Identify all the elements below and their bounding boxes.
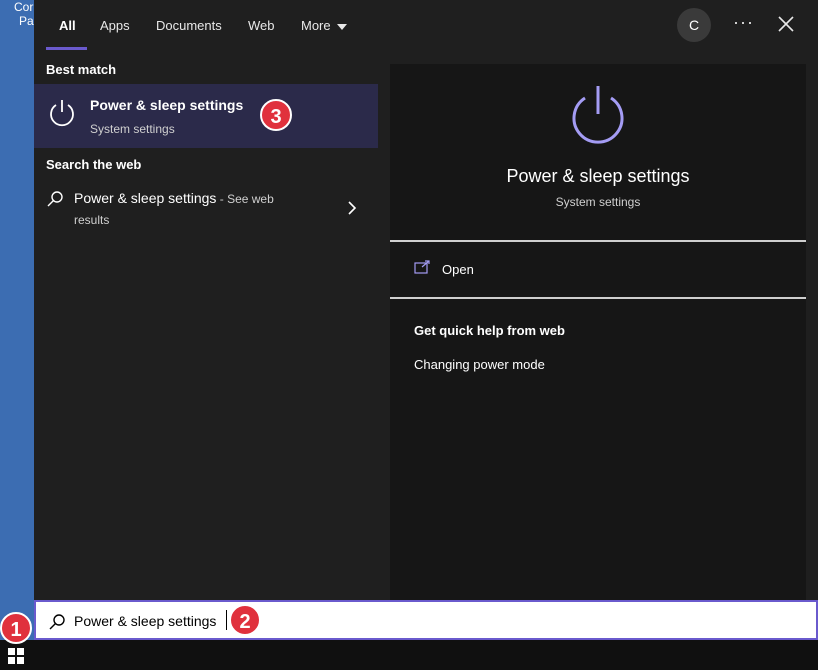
taskbar [0, 640, 818, 670]
open-label: Open [442, 262, 474, 277]
search-icon [49, 614, 65, 630]
divider [390, 297, 806, 299]
detail-title: Power & sleep settings [506, 166, 690, 186]
tab-web[interactable]: Web [248, 18, 275, 33]
desktop-background: Cor Pa [0, 0, 34, 640]
start-search-panel: All Apps Documents Web More C ··· Best m… [34, 0, 818, 600]
active-tab-indicator [46, 47, 87, 50]
open-action[interactable]: Open [414, 260, 714, 282]
chevron-right-icon[interactable] [346, 200, 358, 216]
tab-apps[interactable]: Apps [100, 18, 130, 33]
open-icon [414, 260, 430, 274]
search-input[interactable]: Power & sleep settings [74, 613, 216, 629]
close-icon[interactable] [776, 14, 796, 34]
chevron-down-icon [336, 23, 347, 30]
help-link-power-mode[interactable]: Changing power mode [414, 357, 545, 372]
windows-logo-icon[interactable] [8, 648, 24, 664]
power-icon [572, 86, 624, 144]
best-match-subtitle: System settings [90, 122, 175, 136]
step-badge-1: 1 [0, 612, 32, 644]
search-web-heading: Search the web [46, 157, 142, 172]
divider [390, 240, 806, 242]
results-list: Best match Power & sleep settings System… [34, 52, 378, 600]
detail-subtitle: System settings [555, 195, 641, 209]
power-icon [50, 100, 74, 127]
web-result-suffix: results [74, 213, 110, 227]
best-match-item[interactable]: Power & sleep settings System settings 3 [34, 84, 378, 148]
web-result-title: Power & sleep settings - See web [74, 190, 274, 206]
best-match-title: Power & sleep settings [90, 97, 244, 113]
detail-pane: Power & sleep settings System settings O… [390, 64, 806, 600]
step-badge-3: 3 [260, 99, 292, 131]
web-result-item[interactable]: Power & sleep settings - See web results [34, 184, 378, 234]
quick-help-heading: Get quick help from web [414, 323, 565, 338]
tab-more[interactable]: More [301, 18, 347, 33]
search-icon [47, 191, 63, 207]
more-options-button[interactable]: ··· [733, 12, 754, 33]
tab-documents[interactable]: Documents [156, 18, 222, 33]
search-box[interactable]: Power & sleep settings 2 [34, 600, 818, 640]
tab-all[interactable]: All [59, 18, 76, 33]
text-caret [226, 610, 227, 630]
search-filter-bar: All Apps Documents Web More C ··· [34, 0, 818, 52]
best-match-heading: Best match [46, 62, 117, 77]
avatar[interactable]: C [677, 8, 711, 42]
step-badge-2: 2 [229, 604, 261, 636]
